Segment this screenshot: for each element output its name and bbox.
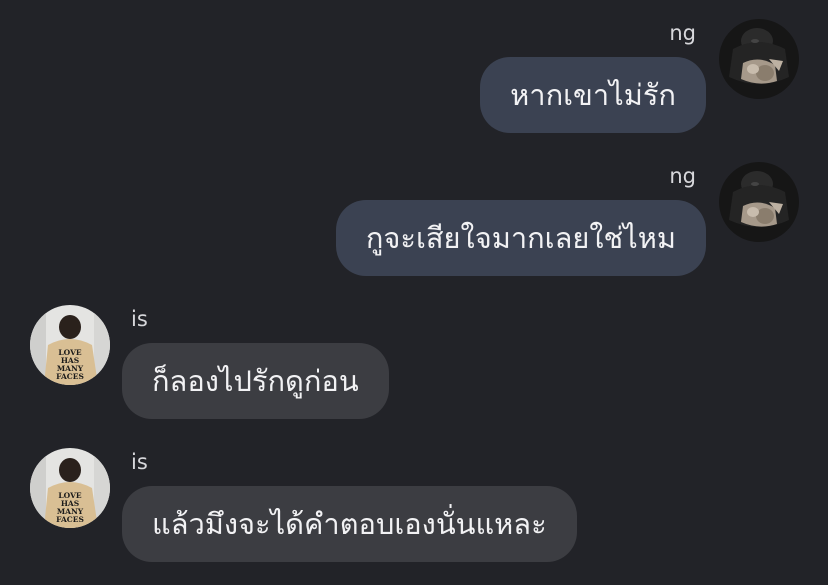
message-bubble[interactable]: กูจะเสียใจมากเลยใช่ไหม [335, 200, 706, 276]
message-row: ng หากเขาไม่รัก [0, 0, 828, 140]
sender-name: is [131, 307, 148, 331]
avatar-ng-image [719, 162, 799, 242]
avatar-ng-image [719, 19, 799, 99]
message-bubble[interactable]: ก็ลองไปรักดูก่อน [122, 343, 389, 419]
avatar-is-image: LOVE HAS MANY FACES [30, 448, 110, 528]
message-bubble[interactable]: หากเขาไม่รัก [480, 57, 706, 133]
sender-name: is [131, 450, 148, 474]
sender-name: ng [669, 164, 696, 188]
avatar-is[interactable]: LOVE HAS MANY FACES [30, 448, 110, 528]
shirt-text: FACES [56, 372, 84, 381]
message-row: ng กูจะเสียใจมากเลยใช่ไหม [0, 140, 828, 285]
chat-screen: { "messages": [ {"sender": "ng", "text":… [0, 0, 828, 585]
message-row: is แล้วมึงจะได้คำตอบเองนั่นแหละ LOVE HAS… [0, 430, 828, 585]
message-bubble[interactable]: แล้วมึงจะได้คำตอบเองนั่นแหละ [122, 486, 577, 562]
message-row: is ก็ลองไปรักดูก่อน LOVE HAS MANY FACES [0, 285, 828, 430]
sender-name: ng [669, 21, 696, 45]
avatar-is-image: LOVE HAS MANY FACES [30, 305, 110, 385]
avatar-ng[interactable] [719, 162, 799, 242]
shirt-text: FACES [56, 515, 84, 524]
avatar-ng[interactable] [719, 19, 799, 99]
avatar-is[interactable]: LOVE HAS MANY FACES [30, 305, 110, 385]
